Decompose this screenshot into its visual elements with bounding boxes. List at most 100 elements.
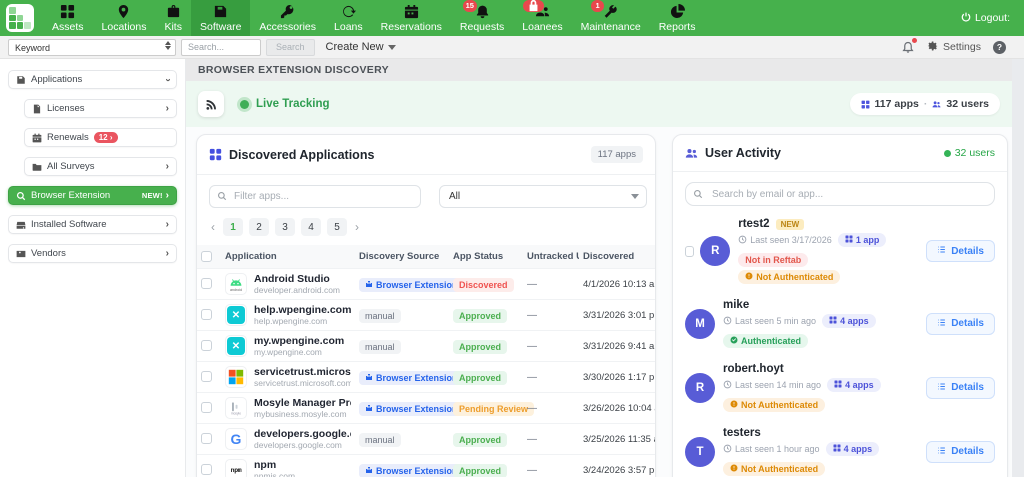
app-status-cell: Approved (449, 361, 523, 393)
nav-item-assets[interactable]: Assets (43, 0, 93, 36)
nav-item-locations[interactable]: Locations (93, 0, 156, 36)
user-search-input[interactable] (685, 182, 995, 206)
discovered-date-cell: 3/30/2026 1:17 pm (579, 361, 655, 393)
sidebar-item-licenses[interactable]: Licenses › (24, 99, 177, 118)
table-body: android Android Studio developer.android.c… (197, 268, 655, 477)
chevron-right-icon: › (165, 160, 169, 172)
last-seen: Last seen 5 min ago (723, 316, 816, 327)
toolbar-search-button[interactable]: Search (266, 38, 315, 56)
app-status-cell: Approved (449, 454, 523, 477)
row-checkbox[interactable] (201, 371, 212, 383)
app-name[interactable]: help.wpengine.com (254, 304, 351, 316)
nav-item-loanees[interactable]: Loanees (513, 0, 571, 36)
status-filter-select[interactable]: All (439, 185, 647, 208)
sidebar-item-installed-software[interactable]: Installed Software › (8, 215, 177, 234)
sidebar-item-browser-extension[interactable]: Browser Extension NEW! › (8, 186, 177, 205)
page-5-button[interactable]: 5 (327, 218, 347, 236)
nav-item-software[interactable]: Software (190, 0, 251, 36)
status-badge: Approved (453, 371, 508, 386)
page-1-button[interactable]: 1 (223, 218, 243, 236)
column-header[interactable]: App Status (449, 245, 523, 269)
row-checkbox[interactable] (201, 309, 212, 321)
row-checkbox[interactable] (201, 433, 212, 445)
folder-icon (32, 162, 42, 172)
user-name[interactable]: testers (723, 427, 761, 439)
notifications-bell-icon[interactable] (901, 38, 918, 54)
sidebar-item-label: All Surveys (47, 161, 95, 172)
user-name[interactable]: robert.hoyt (723, 363, 784, 375)
column-header[interactable]: Application (221, 245, 355, 269)
nav-item-accessories[interactable]: Accessories (250, 0, 325, 36)
apps-count-pill: 4 apps (827, 378, 881, 392)
toolbar-search-input[interactable] (181, 38, 261, 56)
row-select-cell (197, 361, 221, 393)
help-button[interactable]: ? (993, 40, 1006, 54)
details-button[interactable]: Details (926, 312, 995, 335)
source-badge: Browser Extension (359, 371, 464, 386)
sidebar-item-vendors[interactable]: Vendors › (8, 244, 177, 263)
nav-item-requests[interactable]: 15 Requests (451, 0, 513, 36)
next-page-chevron[interactable]: › (353, 220, 361, 234)
row-checkbox[interactable] (201, 464, 212, 476)
clock-icon (723, 316, 732, 327)
logout-button[interactable]: Logout: (947, 0, 1024, 36)
list-icon (937, 382, 946, 394)
user-name[interactable]: rtest2 (738, 218, 769, 230)
sidebar-item-applications[interactable]: Applications › (8, 70, 177, 89)
keyword-select-wrap: Keyword (8, 38, 176, 57)
row-select-cell (197, 454, 221, 477)
page-title: BROWSER EXTENSION DISCOVERY (186, 59, 1012, 81)
table-row: ✕ help.wpengine.com help.wpengine.com manua… (197, 299, 655, 331)
rss-icon[interactable] (198, 91, 224, 117)
filter-apps-input[interactable] (209, 185, 421, 208)
create-new-label: Create New (325, 41, 384, 53)
app-name[interactable]: Mosyle Manager Premium (254, 397, 351, 409)
details-button[interactable]: Details (926, 376, 995, 399)
page-4-button[interactable]: 4 (301, 218, 321, 236)
table-row: Gdevelopers.google.comdevelopers.google.… (197, 423, 655, 455)
details-button[interactable]: Details (926, 240, 995, 262)
column-header[interactable]: Untracked Users (523, 245, 579, 269)
keyword-select[interactable]: Keyword (8, 39, 176, 57)
sidebar-item-renewals[interactable]: Renewals 12 › (24, 128, 177, 147)
discovery-source-cell: Browser Extension (355, 361, 464, 393)
column-header[interactable]: Discovered (579, 245, 655, 269)
app-name[interactable]: my.wpengine.com (254, 335, 344, 347)
last-seen: Last seen 1 hour ago (723, 444, 820, 455)
discovered-applications-card: Discovered Applications 117 apps All (196, 134, 656, 477)
app-name[interactable]: servicetrust.microsoft.com (254, 366, 351, 378)
nav-item-reservations[interactable]: Reservations (372, 0, 451, 36)
prev-page-chevron[interactable]: ‹ (209, 220, 217, 234)
page-3-button[interactable]: 3 (275, 218, 295, 236)
select-all-checkbox[interactable] (201, 251, 212, 262)
reftab-logo[interactable] (6, 4, 34, 32)
user-checkbox[interactable] (685, 245, 695, 257)
row-checkbox[interactable] (201, 278, 212, 290)
details-button[interactable]: Details (926, 440, 995, 463)
grid-icon (209, 148, 222, 161)
app-name[interactable]: developers.google.com (254, 428, 351, 440)
app-name[interactable]: Android Studio (254, 273, 340, 285)
avatar: T (685, 436, 715, 467)
nav-item-reports[interactable]: Reports (650, 0, 705, 36)
nav-item-maintenance[interactable]: 1 Maintenance (572, 0, 650, 36)
status-badge: Pending Review (453, 402, 535, 417)
discovered-date-cell: 3/24/2026 3:57 pm (579, 454, 655, 477)
grid-icon (834, 380, 842, 390)
create-new-dropdown[interactable]: Create New (326, 41, 396, 53)
app-logo-mosyle: mosyle (225, 397, 247, 420)
settings-button[interactable]: Settings (927, 40, 981, 55)
row-checkbox[interactable] (201, 340, 212, 352)
discovered-date-cell: 3/26/2026 10:04 am (579, 392, 655, 424)
nav-label: Loans (334, 20, 363, 33)
user-name[interactable]: mike (723, 299, 749, 311)
app-name[interactable]: npm (254, 459, 295, 471)
row-checkbox[interactable] (201, 402, 212, 414)
page-2-button[interactable]: 2 (249, 218, 269, 236)
users-icon (932, 100, 941, 109)
nav-item-loans[interactable]: Loans (325, 0, 372, 36)
idcard-icon (16, 249, 26, 259)
nav-item-kits[interactable]: Kits (155, 0, 191, 36)
sidebar-item-all-surveys[interactable]: All Surveys › (24, 157, 177, 176)
column-header[interactable]: Discovery Source (355, 245, 449, 269)
